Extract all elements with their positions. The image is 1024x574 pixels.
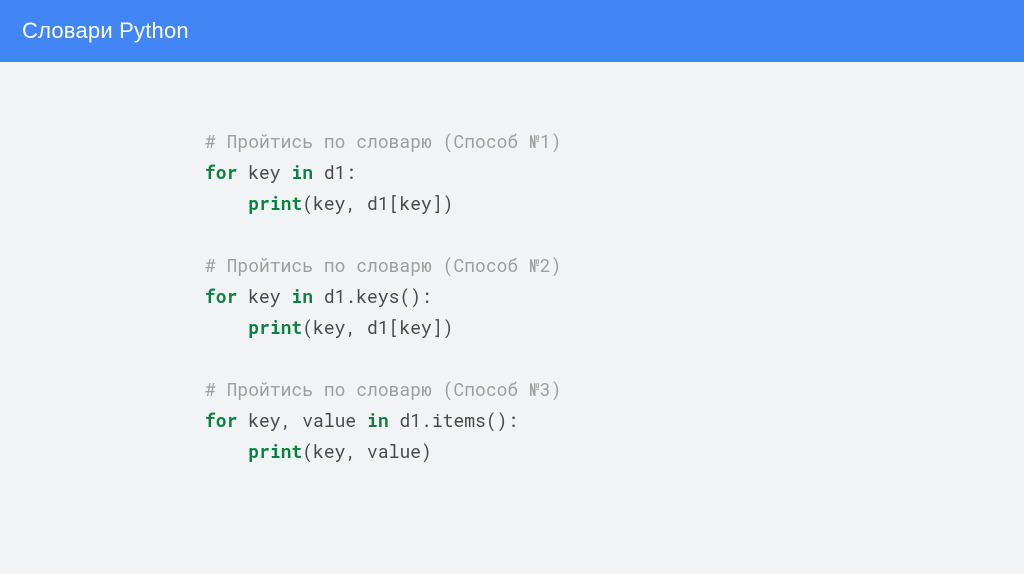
code-text: key (237, 160, 291, 184)
code-text: (key, value) (302, 439, 432, 463)
code-indent (205, 439, 248, 463)
code-comment-2: # Пройтись по словарю (Способ №2) (205, 253, 561, 277)
slide-header: Словари Python (0, 0, 1024, 62)
code-comment-1: # Пройтись по словарю (Способ №1) (205, 129, 561, 153)
code-text: d1.keys(): (313, 284, 432, 308)
slide-body: # Пройтись по словарю (Способ №1) for ke… (0, 62, 1024, 467)
code-text: key, value (237, 408, 367, 432)
kw-for-1: for (205, 160, 237, 184)
code-text: d1: (313, 160, 356, 184)
fn-print-3: print (248, 439, 302, 463)
code-text: (key, d1[key]) (302, 191, 453, 215)
code-text: d1.items(): (389, 408, 519, 432)
kw-for-2: for (205, 284, 237, 308)
code-text: key (237, 284, 291, 308)
code-block: # Пройтись по словарю (Способ №1) for ke… (205, 126, 1024, 467)
kw-in-3: in (367, 408, 389, 432)
code-indent (205, 191, 248, 215)
fn-print-2: print (248, 315, 302, 339)
fn-print-1: print (248, 191, 302, 215)
kw-for-3: for (205, 408, 237, 432)
code-text: (key, d1[key]) (302, 315, 453, 339)
code-comment-3: # Пройтись по словарю (Способ №3) (205, 377, 561, 401)
kw-in-1: in (291, 160, 313, 184)
kw-in-2: in (291, 284, 313, 308)
slide-title: Словари Python (22, 18, 189, 44)
code-indent (205, 315, 248, 339)
